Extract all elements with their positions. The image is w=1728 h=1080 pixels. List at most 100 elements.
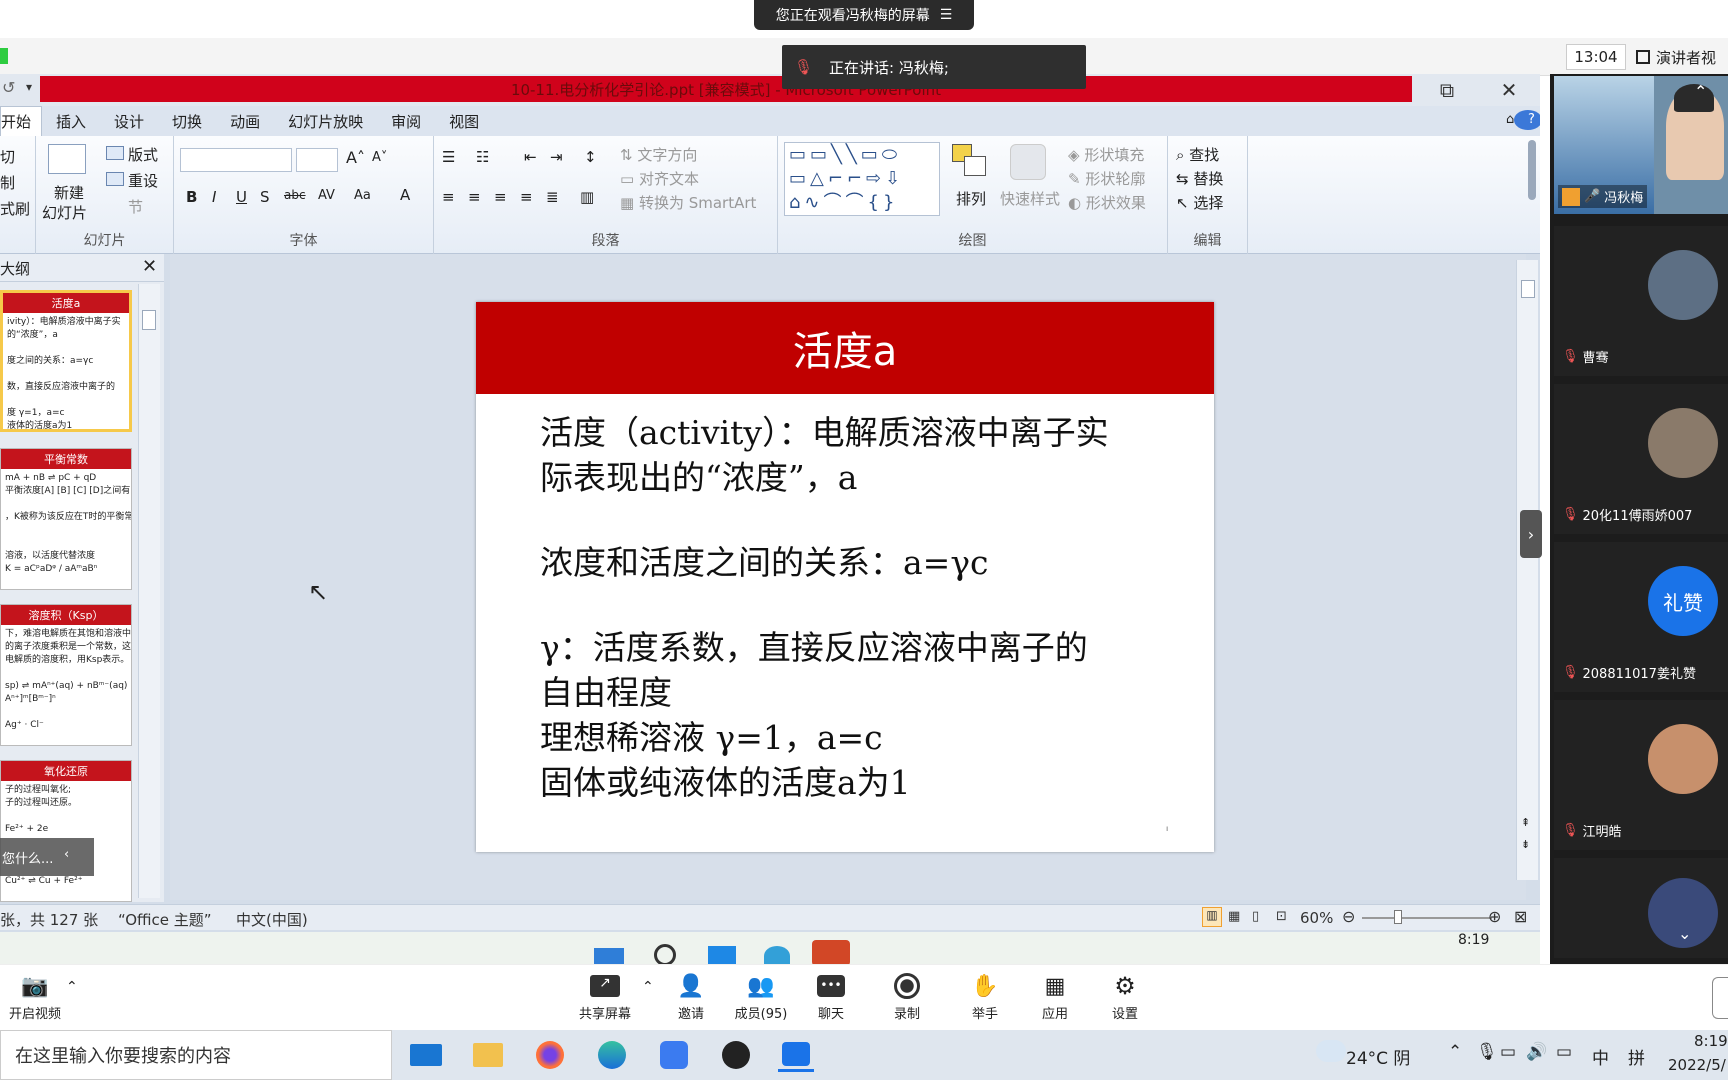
font-name-select[interactable]: [180, 148, 292, 172]
shrink-font-icon[interactable]: A˅: [372, 150, 387, 165]
change-case-icon[interactable]: Aa: [354, 188, 371, 203]
invite-button[interactable]: 👤 邀请: [656, 969, 726, 1029]
select-button[interactable]: ↖ 选择: [1176, 192, 1223, 213]
quick-styles-icon[interactable]: [1010, 144, 1046, 180]
italic-icon[interactable]: I: [212, 188, 216, 206]
chat-button[interactable]: ••• 聊天: [796, 969, 866, 1029]
chevron-left-icon[interactable]: ‹: [64, 847, 69, 862]
help-icon[interactable]: ?: [1514, 110, 1540, 130]
members-button[interactable]: 👥 成员(95): [726, 969, 796, 1029]
battery-icon[interactable]: ▭: [1556, 1042, 1572, 1062]
taskbar-search-input[interactable]: 在这里输入你要搜索的内容: [0, 1030, 392, 1080]
slideshow-view-icon[interactable]: ⊡: [1276, 909, 1287, 924]
edge-icon[interactable]: [594, 1038, 630, 1072]
network-icon[interactable]: ▭: [1500, 1042, 1516, 1062]
ime-indicator[interactable]: 中: [1592, 1044, 1609, 1069]
ime-mode-indicator[interactable]: 拼: [1628, 1044, 1645, 1069]
tencent-meeting-icon[interactable]: [778, 1038, 814, 1072]
fit-to-window-icon[interactable]: ⊠: [1514, 907, 1527, 926]
settings-button[interactable]: ⚙ 设置: [1090, 969, 1160, 1029]
microphone-icon[interactable]: 🎙: [1476, 1042, 1498, 1062]
cut-button[interactable]: 切: [0, 146, 15, 167]
thumbnail-slide-2[interactable]: 平衡常数 mA + nB ⇌ pC + qD 平衡浓度[A] [B] [C] [D…: [0, 448, 132, 590]
taskbar-date[interactable]: 2022/5/: [1668, 1056, 1726, 1074]
chevron-up-icon[interactable]: ⌃: [1694, 82, 1707, 101]
collapse-video-panel-button[interactable]: ›: [1520, 510, 1542, 558]
replace-button[interactable]: ⇆ 替换: [1176, 168, 1223, 189]
underline-icon[interactable]: U: [236, 188, 247, 206]
chevron-up-icon[interactable]: ⌃: [1448, 1042, 1462, 1062]
thumbnail-scrollbar[interactable]: [138, 284, 160, 898]
record-button[interactable]: 录制: [872, 969, 942, 1029]
zoom-slider-thumb[interactable]: [1394, 910, 1402, 924]
tab-review[interactable]: 审阅: [377, 111, 435, 132]
new-slide-label[interactable]: 新建: [54, 182, 84, 203]
font-size-select[interactable]: [296, 148, 338, 172]
tab-home[interactable]: 开始: [0, 106, 43, 136]
find-button[interactable]: ⌕ 查找: [1176, 144, 1219, 165]
zoom-level[interactable]: 60%: [1300, 909, 1333, 927]
side-panel-handle[interactable]: [1712, 977, 1728, 1019]
share-screen-button[interactable]: ↗ 共享屏幕: [570, 969, 640, 1029]
shadow-icon[interactable]: S: [260, 188, 270, 206]
chevron-down-icon[interactable]: ⌄: [1678, 924, 1691, 943]
copy-button[interactable]: 制: [0, 172, 15, 193]
thumbnail-scroll-thumb[interactable]: [142, 310, 156, 330]
shape-fill-button[interactable]: ◈ 形状填充: [1068, 144, 1144, 165]
format-painter-button[interactable]: 式刷: [0, 198, 30, 219]
distribute-icon[interactable]: ≣: [546, 188, 559, 206]
reading-view-icon[interactable]: ▯: [1252, 909, 1259, 924]
grow-font-icon[interactable]: A˄: [346, 148, 365, 167]
zoom-out-icon[interactable]: ⊖: [1342, 907, 1355, 926]
close-window-button[interactable]: ✕: [1494, 78, 1524, 102]
participant-tile[interactable]: 🎙 江明皓: [1554, 700, 1728, 850]
tab-animations[interactable]: 动画: [216, 111, 274, 132]
columns-icon[interactable]: ▥: [580, 188, 594, 206]
weather-text[interactable]: 24°C 阴: [1346, 1044, 1410, 1069]
feishu-icon[interactable]: [656, 1038, 692, 1072]
shape-outline-button[interactable]: ✎ 形状轮廓: [1068, 168, 1145, 189]
camera-app-icon[interactable]: [718, 1038, 754, 1072]
share-options-chevron-icon[interactable]: ⌃: [642, 979, 654, 995]
layout-button[interactable]: 版式: [128, 144, 158, 165]
zoom-in-icon[interactable]: ⊕: [1488, 907, 1501, 926]
zoom-slider[interactable]: [1362, 917, 1492, 919]
start-video-button[interactable]: 📷 开启视频: [0, 969, 70, 1029]
undo-icon[interactable]: ↺: [2, 78, 15, 97]
sorter-view-icon[interactable]: ▦: [1228, 909, 1240, 924]
video-options-chevron-icon[interactable]: ⌃: [66, 979, 78, 995]
raise-hand-button[interactable]: ✋ 举手: [950, 969, 1020, 1029]
ribbon-scrollbar[interactable]: [1528, 140, 1536, 200]
justify-icon[interactable]: ≡: [520, 188, 533, 206]
shape-effects-button[interactable]: ◐ 形状效果: [1068, 192, 1146, 213]
speaker-view-button[interactable]: 演讲者视: [1636, 44, 1728, 70]
slide-canvas[interactable]: 活度a 活度（activity）：电解质溶液中离子实 际表现出的“浓度”，a 浓度和…: [476, 302, 1214, 852]
volume-icon[interactable]: 🔊: [1526, 1042, 1547, 1062]
align-left-icon[interactable]: ≡: [442, 188, 455, 206]
thumbnail-slide-4[interactable]: 氧化还原 子的过程叫氧化; 子的过程叫还原。 Fe²⁺ + 2e Cu²⁺ ⇌ Cu …: [0, 760, 132, 902]
prev-slide-icon[interactable]: ⇞: [1521, 816, 1530, 829]
tab-insert[interactable]: 插入: [42, 111, 100, 132]
text-direction-button[interactable]: ⇅ 文字方向: [620, 144, 697, 165]
bold-icon[interactable]: B: [186, 188, 197, 206]
bullets-icon[interactable]: ☰: [442, 148, 455, 166]
outline-tab[interactable]: 大纲: [0, 258, 30, 279]
new-slide-label-2[interactable]: 幻灯片: [42, 202, 87, 223]
strikethrough-icon[interactable]: abc: [284, 188, 306, 202]
arrange-icon[interactable]: [952, 144, 990, 180]
participant-tile[interactable]: 礼赞 🎙 208811017姜礼赞: [1554, 542, 1728, 692]
tab-transitions[interactable]: 切换: [158, 111, 216, 132]
thumbnail-slide-1[interactable]: 活度a ivity）：电解质溶液中离子实 的“浓度”，a 度之间的关系：a=γc 数，…: [0, 290, 132, 432]
firefox-icon[interactable]: [532, 1038, 568, 1072]
tab-view[interactable]: 视图: [435, 111, 493, 132]
align-right-icon[interactable]: ≡: [494, 188, 507, 206]
tab-slideshow[interactable]: 幻灯片放映: [274, 111, 377, 132]
quick-access-dropdown-icon[interactable]: ▾: [26, 80, 32, 94]
participant-tile[interactable]: ⌄: [1554, 858, 1728, 958]
char-spacing-icon[interactable]: AV: [318, 188, 335, 203]
section-button[interactable]: 节: [128, 196, 143, 217]
participant-tile-presenter[interactable]: 🎤 冯秋梅 ⌃: [1554, 76, 1728, 214]
file-explorer-icon[interactable]: [470, 1038, 506, 1072]
editor-scrollbar[interactable]: ⇞ ⇟: [1516, 260, 1538, 880]
increase-indent-icon[interactable]: ⇥: [550, 148, 563, 166]
